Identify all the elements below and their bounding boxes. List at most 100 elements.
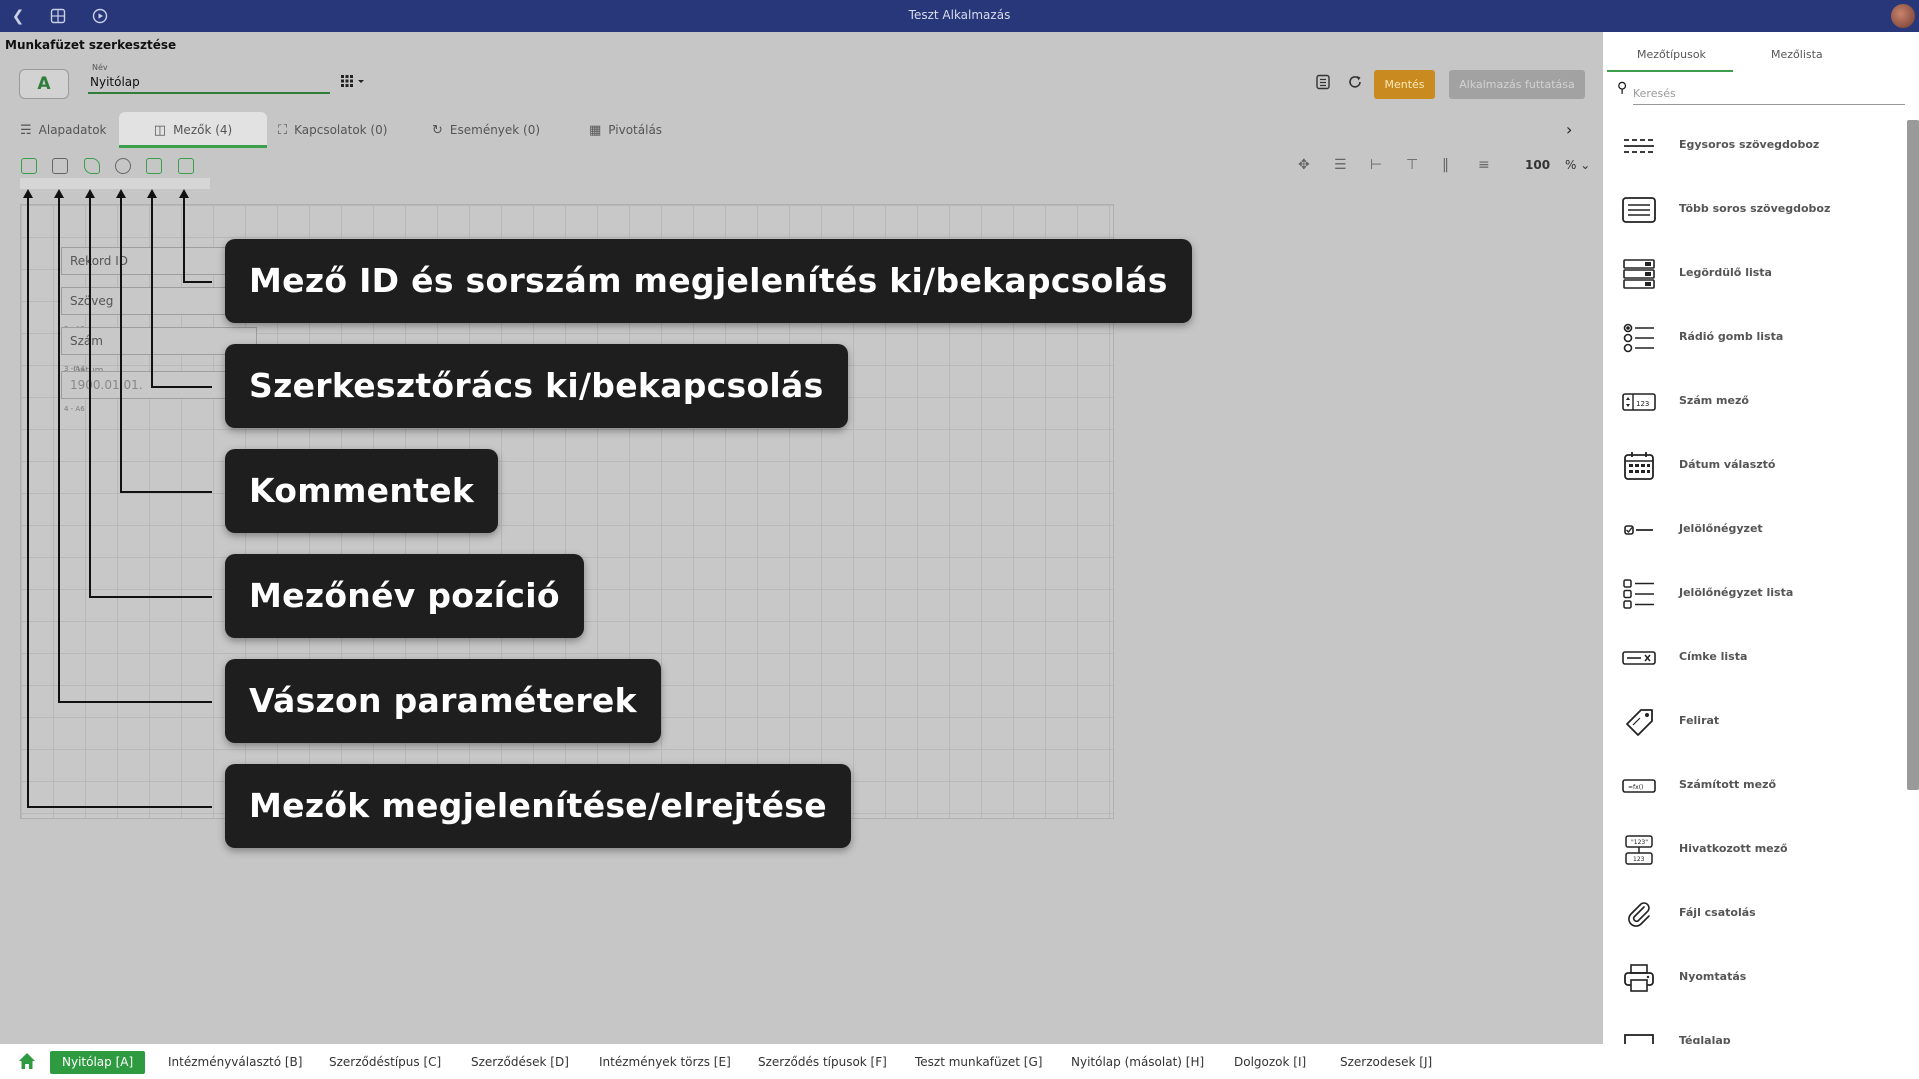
window-title: Teszt Alkalmazás: [908, 8, 1011, 22]
tab-mezok[interactable]: ◫ Mezők (4): [119, 112, 267, 148]
show-hide-fields-icon[interactable]: [21, 158, 37, 174]
svg-text:123: 123: [1636, 400, 1649, 408]
tab-pivotalas[interactable]: ▦ Pivotálás: [589, 112, 662, 148]
checkbox-icon: [1624, 525, 1653, 535]
list-item[interactable]: Rádió gomb lista: [1603, 306, 1907, 370]
save-button[interactable]: Mentés: [1374, 70, 1435, 99]
avatar[interactable]: [1891, 4, 1915, 28]
list-item-label: Több soros szövegdoboz: [1679, 202, 1831, 215]
field-id-label: 4 - A6: [64, 405, 85, 413]
field-id-toggle-icon[interactable]: [178, 158, 194, 174]
list-item[interactable]: "123" 123 Hivatkozott mező: [1603, 818, 1907, 882]
workbook-tab-g[interactable]: Teszt munkafüzet [G]: [915, 1051, 1042, 1074]
list-item[interactable]: Jelölőnégyzet lista: [1603, 562, 1907, 626]
canvas-field-datum[interactable]: 1900.01.01.: [61, 371, 237, 399]
list-item[interactable]: 123 Szám mező: [1603, 370, 1907, 434]
canvas-field-szoveg[interactable]: Szöveg: [61, 287, 237, 315]
panel-scrollbar[interactable]: [1907, 120, 1919, 790]
tab-kapcsolatok[interactable]: ⛶ Kapcsolatok (0): [278, 112, 387, 148]
field-name-position-icon[interactable]: [84, 158, 100, 174]
list-item[interactable]: Dátum választó: [1603, 434, 1907, 498]
list-item[interactable]: Egysoros szövegdoboz: [1603, 114, 1907, 178]
name-input[interactable]: [88, 72, 330, 94]
field-types-panel: Mezőtípusok Mezőlista ⚲ Egysoros szövegd…: [1603, 32, 1919, 1044]
relations-icon: ⛶: [278, 123, 288, 138]
events-icon: ↻: [432, 123, 443, 138]
svg-text:=fx(): =fx(): [1628, 784, 1643, 791]
workbook-tab-c[interactable]: Szerződéstípus [C]: [329, 1051, 441, 1074]
svg-text:"123": "123": [1631, 839, 1648, 846]
tab-mezotipusok[interactable]: Mezőtípusok: [1637, 48, 1706, 61]
workbook-tab-a[interactable]: Nyitólap [A]: [50, 1051, 146, 1074]
notes-icon[interactable]: [1315, 74, 1331, 94]
paperclip-icon: [1628, 902, 1650, 927]
database-icon: ☴: [20, 123, 32, 138]
run-app-button[interactable]: Alkalmazás futtatása: [1449, 70, 1585, 99]
align-center-icon[interactable]: ‖: [1442, 157, 1449, 173]
list-item[interactable]: Több soros szövegdoboz: [1603, 178, 1907, 242]
home-icon[interactable]: [16, 1050, 38, 1072]
search-input[interactable]: [1633, 83, 1905, 105]
fields-icon: ◫: [153, 123, 167, 138]
refresh-icon[interactable]: [1347, 74, 1363, 94]
workbook-badge[interactable]: A: [19, 69, 69, 99]
callout-grid-toggle: Szerkesztőrács ki/bekapcsolás: [225, 344, 848, 428]
spacing-icon[interactable]: ≡: [1478, 157, 1490, 173]
move-icon[interactable]: ✥: [1298, 157, 1310, 173]
field-type-list: Egysoros szövegdoboz Több soros szövegdo…: [1603, 114, 1907, 1044]
list-item[interactable]: Téglalap: [1603, 1010, 1907, 1044]
list-item-label: Jelölőnégyzet lista: [1679, 586, 1794, 599]
canvas-field-record-id[interactable]: Rekord ID: [61, 247, 237, 275]
list-item-label: Jelölőnégyzet: [1679, 522, 1763, 535]
list-item[interactable]: Legördülő lista: [1603, 242, 1907, 306]
list-item[interactable]: Felirat: [1603, 690, 1907, 754]
list-item-label: Egysoros szövegdoboz: [1679, 138, 1820, 151]
canvas-toolbar: [0, 150, 1600, 184]
page-title: Munkafüzet szerkesztése: [5, 38, 177, 52]
rectangle-icon: [1624, 1034, 1654, 1044]
align-top-icon[interactable]: ⊤: [1406, 157, 1418, 173]
canvas-params-icon[interactable]: [52, 158, 68, 174]
workbook-tab-d[interactable]: Szerződések [D]: [471, 1051, 569, 1074]
workbook-tab-i[interactable]: Dolgozok [I]: [1234, 1051, 1306, 1074]
callout-canvas-params: Vászon paraméterek: [225, 659, 661, 743]
layout-menu-button[interactable]: [340, 74, 366, 92]
tab-label: Alapadatok: [38, 123, 107, 137]
tab-mezolista[interactable]: Mezőlista: [1771, 48, 1823, 61]
list-item[interactable]: Címke lista: [1603, 626, 1907, 690]
workbook-tab-bar: Nyitólap [A] Intézményválasztó [B] Szerz…: [0, 1044, 1919, 1079]
tab-esemenyek[interactable]: ↻ Események (0): [432, 112, 540, 148]
zoom-unit-select[interactable]: % ⌄: [1565, 158, 1590, 172]
tab-label: Pivotálás: [608, 123, 663, 137]
align-left-icon[interactable]: ⊢: [1370, 157, 1382, 173]
list-item[interactable]: Jelölőnégyzet: [1603, 498, 1907, 562]
zoom-unit: %: [1565, 158, 1577, 172]
callout-field-id-toggle: Mező ID és sorszám megjelenítés ki/bekap…: [225, 239, 1192, 323]
zoom-value[interactable]: 100: [1525, 158, 1550, 172]
grid-toggle-icon[interactable]: [146, 158, 162, 174]
tab-alapadatok[interactable]: ☴ Alapadatok: [20, 112, 107, 148]
distribute-icon[interactable]: ☰: [1334, 157, 1347, 173]
list-item[interactable]: =fx() Számított mező: [1603, 754, 1907, 818]
list-item-label: Dátum választó: [1679, 458, 1776, 471]
workbook-tab-h[interactable]: Nyitólap (másolat) [H]: [1071, 1051, 1204, 1074]
list-item-label: Fájl csatolás: [1679, 906, 1756, 919]
list-item-label: Címke lista: [1679, 650, 1748, 663]
comments-icon[interactable]: [115, 158, 131, 174]
list-item[interactable]: Fájl csatolás: [1603, 882, 1907, 946]
printer-icon: [1624, 964, 1654, 992]
workbook-tab-e[interactable]: Intézmények törzs [E]: [599, 1051, 731, 1074]
list-item-label: Számított mező: [1679, 778, 1777, 791]
tab-label: Kapcsolatok (0): [294, 123, 388, 137]
search-icon: ⚲: [1617, 80, 1628, 96]
svg-text:123: 123: [1633, 856, 1645, 863]
workbook-tab-j[interactable]: Szerzodesek [J]: [1340, 1051, 1432, 1074]
callout-field-name-position: Mezőnév pozíció: [225, 554, 584, 638]
workbook-tab-f[interactable]: Szerződés típusok [F]: [758, 1051, 887, 1074]
multi-line-text-icon: [1622, 197, 1656, 223]
workbook-tab-b[interactable]: Intézményválasztó [B]: [168, 1051, 302, 1074]
chevron-right-icon[interactable]: ›: [1566, 112, 1572, 148]
list-item[interactable]: Nyomtatás: [1603, 946, 1907, 1010]
dropdown-list-icon: [1623, 259, 1655, 289]
tab-label: Mezők (4): [173, 123, 233, 137]
